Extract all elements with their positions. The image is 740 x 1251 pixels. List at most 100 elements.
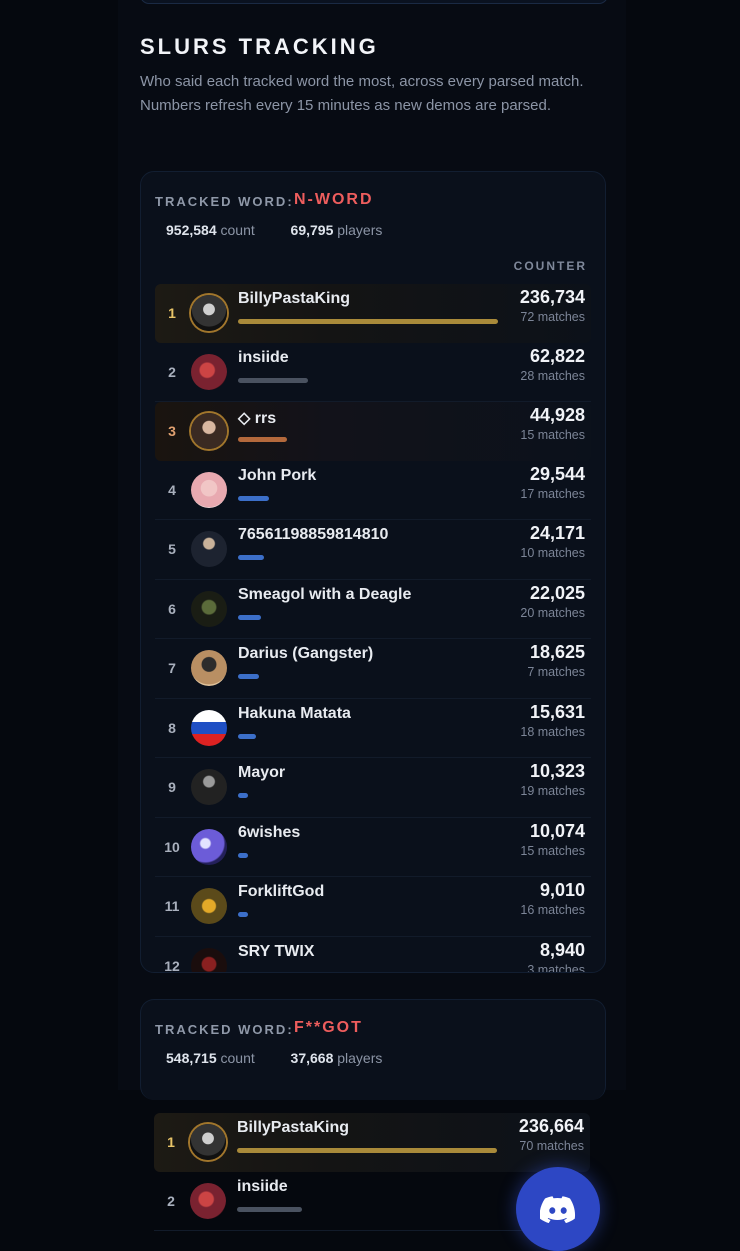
player-name[interactable]: 6wishes — [238, 824, 300, 842]
tracked-word: N-WORD — [294, 191, 374, 208]
rank-number: 9 — [168, 779, 176, 796]
matches-count: 3 matches — [527, 962, 585, 973]
counter-value: 10,074 — [529, 820, 585, 841]
avatar — [191, 295, 227, 331]
avatar — [191, 650, 227, 686]
rank-number: 2 — [168, 363, 176, 380]
player-name[interactable]: Hakuna Matata — [238, 705, 351, 723]
counter-value: 9,010 — [539, 880, 585, 900]
player-name[interactable]: insiide — [238, 349, 289, 367]
matches-count: 72 matches — [520, 310, 585, 324]
counter-value: 22,025 — [529, 582, 585, 603]
leaderboard-row[interactable]: 4 John Pork 29,544 17 matches — [155, 461, 591, 520]
count-label: count — [220, 1050, 255, 1066]
count-bar — [238, 437, 287, 442]
counter-value: 44,928 — [529, 405, 585, 425]
section-description: Who said each tracked word the most, acr… — [140, 73, 584, 114]
tracked-word-card: TRACKED WORD: F**GOT 548,715 count 37,66… — [140, 999, 606, 1100]
count-bar — [237, 1148, 497, 1153]
count-bar — [238, 733, 256, 739]
rank-number: 1 — [168, 305, 176, 322]
player-name[interactable]: Mayor — [238, 764, 285, 782]
player-name[interactable]: John Pork — [238, 467, 316, 485]
players-label: players — [337, 1050, 383, 1066]
matches-count: 7 matches — [527, 665, 585, 679]
matches-count: 16 matches — [520, 903, 585, 917]
rank-number: 3 — [168, 423, 176, 440]
avatar — [191, 769, 227, 805]
leaderboard-row[interactable]: 2 insiide 62,822 28 matches — [155, 343, 591, 402]
players-label: players — [337, 222, 383, 238]
counter-value: 236,734 — [519, 287, 585, 307]
card-stats: 952,584 count 69,795 players — [166, 222, 382, 238]
counter-column-header: COUNTER — [513, 259, 587, 273]
rank-number: 10 — [164, 838, 180, 855]
matches-count: 10 matches — [520, 546, 585, 560]
player-name[interactable]: ◇ rrs — [238, 408, 276, 428]
leaderboard-row[interactable]: 11 ForkliftGod 9,010 16 matches — [155, 877, 591, 937]
leaderboard: 1 BillyPastaKing 236,734 72 matches 2 insiide… — [155, 284, 591, 973]
player-name[interactable]: BillyPastaKing — [237, 1119, 349, 1137]
counter-value: 15,631 — [529, 701, 585, 722]
counter-value: 10,323 — [529, 761, 585, 781]
rank-number: 2 — [167, 1192, 175, 1209]
matches-count: 19 matches — [520, 784, 585, 798]
player-name[interactable]: Darius (Gangster) — [238, 645, 373, 663]
player-name[interactable]: insiide — [237, 1178, 288, 1196]
matches-count: 18 matches — [520, 724, 585, 739]
count-value: 952,584 — [166, 222, 217, 238]
leaderboard-row[interactable]: 5 76561198859814810 24,171 10 matches — [155, 520, 591, 580]
count-bar — [238, 793, 248, 798]
leaderboard-row[interactable]: 10 6wishes 10,074 15 matches — [155, 818, 591, 877]
tracked-word-card: TRACKED WORD: N-WORD 952,584 count 69,79… — [140, 171, 606, 973]
player-name[interactable]: Smeagol with a Deagle — [238, 586, 411, 604]
discord-button[interactable] — [516, 1167, 600, 1251]
matches-count: 15 matches — [520, 428, 585, 442]
rank-number: 4 — [168, 481, 176, 498]
avatar — [191, 590, 227, 627]
leaderboard-row[interactable]: 7 Darius (Gangster) 18,625 7 matches — [155, 639, 591, 699]
count-bar — [238, 319, 498, 324]
avatar — [191, 353, 227, 390]
previous-card-edge — [140, 0, 608, 4]
avatar — [191, 531, 227, 567]
avatar — [191, 413, 227, 449]
avatar — [191, 709, 227, 746]
count-bar — [238, 555, 264, 560]
leaderboard-row[interactable]: 9 Mayor 10,323 19 matches — [155, 758, 591, 818]
matches-count: 17 matches — [520, 486, 585, 501]
players-value: 37,668 — [290, 1050, 334, 1066]
players-value: 69,795 — [290, 222, 334, 238]
count-bar — [238, 971, 248, 972]
count-bar — [238, 614, 261, 620]
count-bar — [238, 912, 248, 917]
rank-number: 5 — [168, 541, 176, 558]
discord-icon — [540, 1196, 576, 1223]
matches-count: 15 matches — [520, 843, 585, 858]
avatar — [191, 828, 227, 865]
tracked-word-label: TRACKED WORD: — [155, 1022, 294, 1037]
counter-value: 236,664 — [518, 1116, 584, 1136]
counter-value: 24,171 — [529, 523, 585, 543]
rank-number: 1 — [167, 1134, 175, 1151]
rank-number: 11 — [164, 898, 180, 915]
avatar — [191, 888, 227, 924]
leaderboard-row[interactable]: 12 SRY TWIX 8,940 3 matches — [155, 937, 591, 973]
avatar — [190, 1182, 226, 1219]
leaderboard-row[interactable]: 1 BillyPastaKing 236,664 70 matches — [154, 1113, 590, 1172]
player-name[interactable]: BillyPastaKing — [238, 290, 350, 308]
rank-number: 12 — [164, 957, 180, 973]
player-name[interactable]: SRY TWIX — [238, 943, 314, 961]
leaderboard-row[interactable]: 6 Smeagol with a Deagle 22,025 20 matches — [155, 580, 591, 639]
leaderboard-row[interactable]: 1 BillyPastaKing 236,734 72 matches — [155, 284, 591, 343]
counter-value: 8,940 — [539, 939, 585, 960]
counter-value: 18,625 — [529, 642, 585, 662]
leaderboard-row[interactable]: 3 ◇ rrs 44,928 15 matches — [155, 402, 591, 461]
player-name[interactable]: ForkliftGod — [238, 883, 324, 901]
counter-value: 62,822 — [529, 345, 585, 366]
matches-count: 28 matches — [520, 368, 585, 383]
count-bar — [238, 495, 269, 501]
leaderboard-row[interactable]: 8 Hakuna Matata 15,631 18 matches — [155, 699, 591, 758]
player-name[interactable]: 76561198859814810 — [238, 526, 388, 544]
matches-count: 70 matches — [519, 1139, 584, 1153]
